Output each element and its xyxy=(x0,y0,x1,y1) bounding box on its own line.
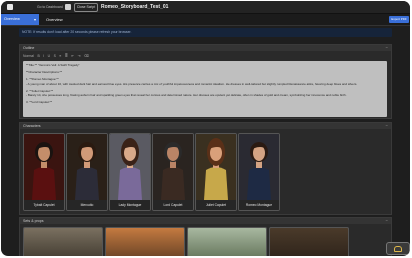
character-name: Lady Montague xyxy=(110,200,150,210)
sets-props-panel-title: Sets & props xyxy=(23,219,44,223)
toolbar-button[interactable]: ⇥ xyxy=(78,53,81,59)
nav-bar: Overview ▾ Overview Export PDF xyxy=(1,14,410,26)
character-name: Mercutio xyxy=(67,200,107,210)
character-name: Lord Capulet xyxy=(153,200,193,210)
outline-editor[interactable]: **Title:** "Verona's Veil: A Swift Trage… xyxy=(23,61,387,117)
toolbar-button[interactable]: ≣ xyxy=(65,53,68,59)
toolbar-button[interactable]: B xyxy=(37,53,39,59)
close-script-button[interactable]: Close Script xyxy=(74,3,98,12)
character-portrait xyxy=(239,134,279,200)
view-select-label: Overview xyxy=(4,17,20,21)
export-pdf-button[interactable]: Export PDF xyxy=(389,16,409,23)
character-portrait xyxy=(153,134,193,200)
outline-panel-header[interactable]: Outline − xyxy=(20,45,391,51)
help-button[interactable] xyxy=(386,242,410,255)
set-thumbnail[interactable] xyxy=(105,227,185,256)
sets-props-panel: Sets & props − xyxy=(19,217,392,256)
characters-panel: Characters − Tybalt Capulet Mercutio Lady … xyxy=(19,122,392,215)
outline-panel: Outline − Normal B I U S ≡ ≣ ⇤ ⇥ ⌫ **Title:** "Ve… xyxy=(19,44,392,119)
toolbar-button[interactable]: ≡ xyxy=(59,53,61,59)
outline-line: - A young man of about 16, with tousled … xyxy=(26,81,358,86)
toolbar-button[interactable]: I xyxy=(43,53,44,59)
help-icon xyxy=(394,246,402,252)
characters-panel-title: Characters xyxy=(23,124,41,128)
sets-props-panel-header[interactable]: Sets & props − xyxy=(20,218,391,224)
toolbar-button[interactable]: ⌫ xyxy=(84,53,89,59)
character-portrait xyxy=(196,134,236,200)
character-card[interactable]: Lady Montague xyxy=(109,133,151,211)
toolbar-button[interactable]: ⇤ xyxy=(71,53,74,59)
toolbar-button[interactable]: Normal xyxy=(23,53,34,59)
app-logo-icon[interactable] xyxy=(7,4,13,10)
character-card[interactable]: Romeo Montague xyxy=(238,133,280,211)
set-thumbnail[interactable] xyxy=(23,227,103,256)
character-portrait xyxy=(67,134,107,200)
refresh-notice: NOTE: If results don't load after 20 sec… xyxy=(19,28,392,37)
character-card[interactable]: Juliet Capulet xyxy=(195,133,237,211)
dashboard-link[interactable]: Go to Dashboard xyxy=(37,4,63,10)
top-bar: Go to Dashboard Close Script Romeo_Story… xyxy=(1,1,410,14)
view-select[interactable]: Overview ▾ xyxy=(1,14,39,25)
character-card[interactable]: Tybalt Capulet xyxy=(23,133,65,211)
collapse-icon[interactable]: − xyxy=(386,123,388,129)
set-thumbnail[interactable] xyxy=(187,227,267,256)
toolbar-button[interactable]: S xyxy=(54,53,56,59)
collapse-icon[interactable]: − xyxy=(386,218,388,224)
chevron-down-icon: ▾ xyxy=(33,17,36,22)
characters-panel-header[interactable]: Characters − xyxy=(20,123,391,129)
character-name: Romeo Montague xyxy=(239,200,279,210)
character-card[interactable]: Lord Capulet xyxy=(152,133,194,211)
character-portrait xyxy=(24,134,64,200)
grid-icon[interactable] xyxy=(65,4,71,10)
editor-toolbar: Normal B I U S ≡ ≣ ⇤ ⇥ ⌫ xyxy=(23,53,89,59)
project-title: Romeo_Storyboard_Test_01 xyxy=(101,4,169,10)
character-name: Juliet Capulet xyxy=(196,200,236,210)
toolbar-button[interactable]: U xyxy=(48,53,50,59)
set-thumbnail[interactable] xyxy=(269,227,349,256)
outline-line: - Barely 14, she possesses long, flowing… xyxy=(26,93,347,98)
outline-line: 3. **Lord Capulet:** xyxy=(26,100,53,105)
collapse-icon[interactable]: − xyxy=(386,45,388,51)
page-title: Overview xyxy=(46,17,63,22)
app-window: Go to Dashboard Close Script Romeo_Story… xyxy=(1,1,410,256)
outline-panel-title: Outline xyxy=(23,46,35,50)
character-portrait xyxy=(110,134,150,200)
character-card[interactable]: Mercutio xyxy=(66,133,108,211)
character-name: Tybalt Capulet xyxy=(24,200,64,210)
